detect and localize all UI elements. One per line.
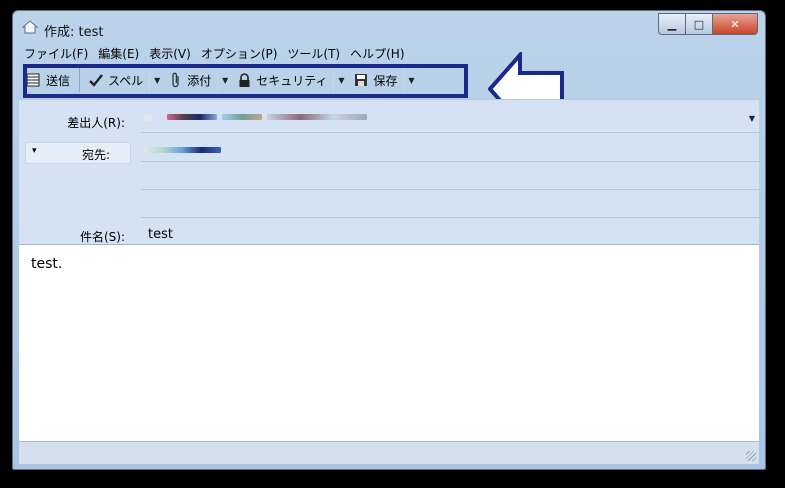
title-bar[interactable]: 作成: test ▁ □ ✕ (13, 11, 765, 43)
menu-view[interactable]: 表示(V) (144, 45, 196, 63)
menu-file[interactable]: ファイル(F) (19, 45, 93, 63)
window-controls: ▁ □ ✕ (658, 13, 758, 35)
maximize-button[interactable]: □ (686, 13, 713, 35)
from-underline (141, 132, 761, 133)
close-button[interactable]: ✕ (713, 13, 758, 35)
to-field[interactable] (137, 138, 753, 162)
minimize-button[interactable]: ▁ (658, 13, 686, 35)
subject-label: 件名(S): (79, 230, 125, 244)
to-underline (141, 161, 761, 162)
message-header: 差出人(R): ▼ ▾ 宛先: 件名(S): test (19, 99, 761, 248)
menu-tools[interactable]: ツール(T) (282, 45, 345, 63)
menu-options[interactable]: オプション(P) (196, 45, 283, 63)
status-bar (19, 441, 759, 464)
from-label: 差出人(R): (67, 116, 125, 130)
subject-input[interactable]: test (148, 227, 173, 242)
from-field[interactable]: ▼ (137, 106, 755, 132)
window-title: 作成: test (44, 25, 104, 40)
address-type-selector[interactable]: ▾ 宛先: (25, 142, 131, 164)
resize-grip-icon[interactable] (746, 451, 756, 461)
toolbar-highlight-box (23, 64, 468, 98)
from-dropdown[interactable]: ▼ (749, 114, 755, 123)
menu-bar: ファイル(F) 編集(E) 表示(V) オプション(P) ツール(T) ヘルプ(… (19, 45, 759, 63)
menu-help[interactable]: ヘルプ(H) (345, 45, 409, 63)
compose-window: 作成: test ▁ □ ✕ ファイル(F) 編集(E) 表示(V) オプション… (12, 10, 766, 470)
app-icon (21, 20, 39, 34)
menu-edit[interactable]: 編集(E) (93, 45, 144, 63)
recipient-row-2[interactable] (141, 189, 761, 190)
body-text[interactable]: test. (31, 256, 62, 272)
recipient-row-3[interactable] (141, 217, 761, 218)
message-body[interactable]: test. (19, 244, 759, 441)
to-label: 宛先: (81, 148, 110, 162)
